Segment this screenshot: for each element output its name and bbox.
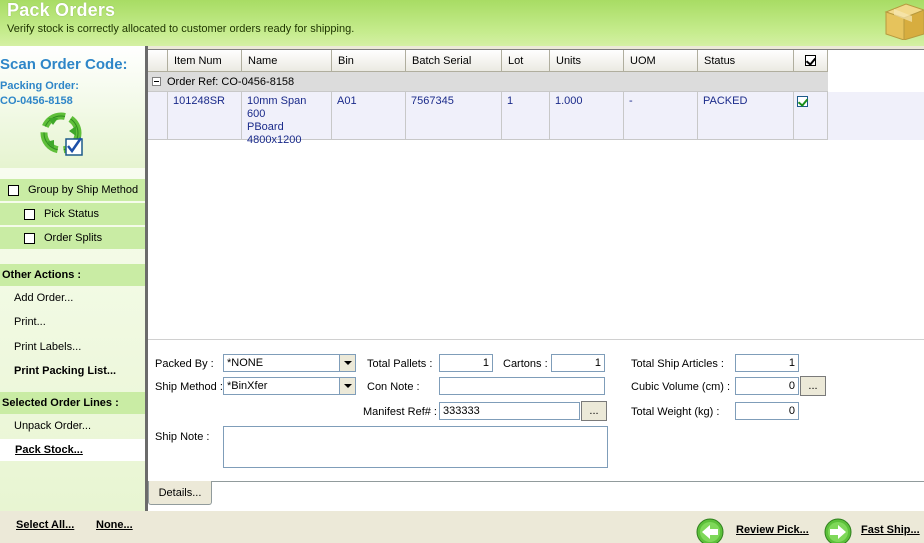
fast-ship-arrow-icon[interactable] [824,518,852,543]
pick-status-option[interactable]: Pick Status [0,203,145,225]
pick-status-checkbox[interactable] [24,208,35,220]
selected-order-lines-heading: Selected Order Lines : [0,392,145,414]
column-header-lot[interactable]: Lot [502,50,550,72]
cell-units[interactable]: 1.000 [550,92,624,140]
cartons-input[interactable]: 1 [551,354,605,372]
page-title: Pack Orders [7,0,116,20]
ship-note-textarea[interactable] [223,426,608,468]
cell-select[interactable] [794,92,828,140]
table-row-filler [828,92,924,140]
total-pallets-label: Total Pallets : [367,358,433,370]
manifest-ref-browse-button[interactable]: ... [581,401,607,421]
chevron-down-icon [343,384,352,388]
cell-name[interactable]: 10mm Span 600 PBoard 4800x1200 [242,92,332,146]
scan-order-title: Scan Order Code: [0,56,128,73]
select-all-checkbox[interactable] [805,55,816,66]
cell-status[interactable]: PACKED [698,92,794,140]
con-note-input[interactable] [439,377,605,395]
column-header-name[interactable]: Name [242,50,332,72]
cell-name-line-1: 10mm Span 600 [247,95,307,120]
left-task-panel: Scan Order Code: Packing Order: CO-0456-… [0,46,145,511]
manifest-ref-label: Manifest Ref# : [363,406,437,418]
cubic-volume-browse-button[interactable]: ... [800,376,826,396]
column-header-batch-serial[interactable]: Batch Serial [406,50,502,72]
total-weight-label: Total Weight (kg) : [631,406,720,418]
cell-item-num[interactable]: 101248SR [168,92,242,140]
select-all-link[interactable]: Select All... [16,519,74,531]
packed-by-dropdown-button[interactable] [339,355,355,371]
cubic-volume-input[interactable]: 0 [735,377,799,395]
group-row-order-ref[interactable]: Order Ref: CO-0456-8158 [148,72,828,92]
page-subtitle: Verify stock is correctly allocated to c… [7,23,355,35]
group-by-ship-method-option[interactable]: Group by Ship Method [0,179,145,201]
group-row-label: Order Ref: CO-0456-8158 [167,75,295,88]
cell-bin[interactable]: A01 [332,92,406,140]
ship-note-label: Ship Note : [155,431,210,443]
print-packing-list-link[interactable]: Print Packing List... [14,365,116,377]
cell-uom[interactable]: - [624,92,698,140]
manifest-ref-input[interactable]: 333333 [439,402,580,420]
group-row-filler [828,72,924,92]
cartons-label: Cartons : [503,358,548,370]
order-splits-checkbox[interactable] [24,232,35,244]
ship-method-select[interactable]: *BinXfer [223,377,356,395]
other-actions-heading: Other Actions : [0,264,145,286]
row-select-checkbox[interactable] [797,96,808,107]
total-pallets-input[interactable]: 1 [439,354,493,372]
packed-by-select[interactable]: *NONE [223,354,356,372]
scan-recycle-icon[interactable] [40,112,86,158]
review-pick-link[interactable]: Review Pick... [736,524,809,536]
details-tab-strip [148,481,924,511]
grid-header-indicator [148,50,168,72]
grid-header-row: Item Num Name Bin Batch Serial Lot Units… [148,50,828,72]
packed-by-label: Packed By : [155,358,214,370]
packing-order-code: CO-0456-8158 [0,95,73,107]
con-note-label: Con Note : [367,381,420,393]
total-ship-articles-input[interactable]: 1 [735,354,799,372]
column-header-units[interactable]: Units [550,50,624,72]
column-header-uom[interactable]: UOM [624,50,698,72]
ship-method-value: *BinXfer [227,380,268,392]
chevron-down-icon [343,361,352,365]
column-header-select-all[interactable] [794,50,828,72]
page-header: Pack Orders Verify stock is correctly al… [0,0,924,46]
fast-ship-link[interactable]: Fast Ship... [861,524,920,536]
group-by-ship-method-label: Group by Ship Method [28,184,139,196]
order-lines-grid[interactable]: Item Num Name Bin Batch Serial Lot Units… [148,49,924,339]
cell-name-line-3: 4800x1200 [247,134,302,146]
print-link[interactable]: Print... [14,316,46,328]
review-pick-arrow-icon[interactable] [696,518,724,543]
footer-bar: Select All... None... Review Pick... Fas… [0,511,924,543]
packed-by-value: *NONE [227,357,264,369]
add-order-link[interactable]: Add Order... [14,292,73,304]
column-header-bin[interactable]: Bin [332,50,406,72]
cell-batch-serial[interactable]: 7567345 [406,92,502,140]
column-header-item-num[interactable]: Item Num [168,50,242,72]
scan-order-block: Scan Order Code: Packing Order: CO-0456-… [0,46,145,168]
order-splits-label: Order Splits [44,232,103,244]
pick-status-label: Pick Status [44,208,100,220]
packing-order-label: Packing Order: [0,80,79,92]
group-by-ship-method-checkbox[interactable] [8,184,19,196]
total-ship-articles-label: Total Ship Articles : [631,358,724,370]
ship-method-dropdown-button[interactable] [339,378,355,394]
unpack-order-link[interactable]: Unpack Order... [14,420,91,432]
print-labels-link[interactable]: Print Labels... [14,341,81,353]
order-splits-option[interactable]: Order Splits [0,227,145,249]
pack-orders-window: Pack Orders Verify stock is correctly al… [0,0,924,543]
pack-stock-link[interactable]: Pack Stock... [15,444,83,456]
column-header-status[interactable]: Status [698,50,794,72]
cell-name-line-2: PBoard [247,121,284,133]
details-tab[interactable]: Details... [148,481,212,505]
collapse-group-icon[interactable] [152,77,161,86]
select-none-link[interactable]: None... [96,519,133,531]
total-weight-input[interactable]: 0 [735,402,799,420]
ship-method-label: Ship Method : [155,381,223,393]
row-indicator-cell [148,92,168,140]
cubic-volume-label: Cubic Volume (cm) : [631,381,731,393]
table-row[interactable]: 101248SR 10mm Span 600 PBoard 4800x1200 … [148,92,828,146]
package-box-icon [884,3,924,40]
cell-lot[interactable]: 1 [502,92,550,140]
